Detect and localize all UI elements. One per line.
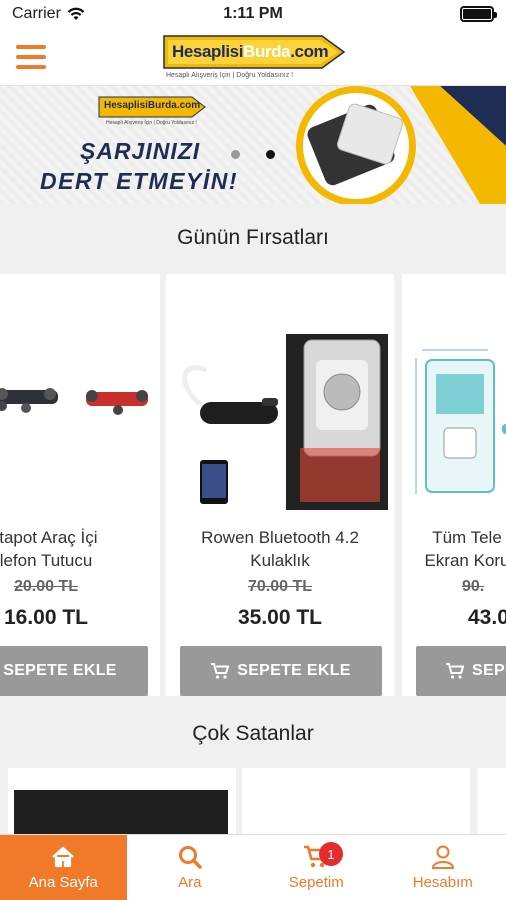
app-header: HesaplisiBurda.com Hesaplı Alışveriş İçi… xyxy=(0,28,506,86)
product-card[interactable]: Rowen Bluetooth 4.2 Kulaklık 70.00 TL 35.… xyxy=(166,274,394,696)
product-image xyxy=(14,790,228,836)
user-icon xyxy=(431,845,454,869)
add-to-cart-button[interactable]: SEPETE EKLE xyxy=(180,646,382,696)
banner-dot-icon xyxy=(266,150,275,159)
status-left: Carrier xyxy=(12,5,85,23)
add-to-cart-button[interactable]: SEPETE EKLE xyxy=(0,646,148,696)
tab-search[interactable]: Ara xyxy=(127,835,254,900)
best-seller-card[interactable] xyxy=(242,768,470,836)
tab-label: Sepetim xyxy=(288,874,344,891)
brand-logo[interactable]: HesaplisiBurda.com Hesaplı Alışveriş İçi… xyxy=(162,34,346,82)
carrier-label: Carrier xyxy=(12,5,61,22)
cart-icon xyxy=(446,663,464,679)
best-seller-card[interactable] xyxy=(478,768,506,836)
banner-logo-text: HesaplisiBurda.com xyxy=(104,100,201,111)
tab-label: Hesabım xyxy=(412,874,473,891)
product-old-price: 70.00 TL xyxy=(247,578,313,595)
product-name[interactable]: Rowen Bluetooth 4.2 Kulaklık xyxy=(174,526,386,572)
tab-label: Ara xyxy=(178,874,202,891)
powerbank-illustration xyxy=(296,86,506,204)
tab-cart[interactable]: Sepetim 1 xyxy=(253,835,380,900)
cart-icon xyxy=(211,663,230,679)
product-old-price: 20.00 TL xyxy=(13,578,79,595)
screen-protector-image xyxy=(415,349,506,494)
tab-account[interactable]: Hesabım xyxy=(380,835,506,900)
phone-holder-image xyxy=(0,388,148,415)
banner-tagline: Hesaplı Alışveriş İçin | Doğru Yoldasını… xyxy=(106,120,197,126)
best-seller-card[interactable] xyxy=(8,768,236,836)
product-old-price: 90. xyxy=(462,578,485,595)
tab-label: Ana Sayfa xyxy=(28,874,98,891)
product-card[interactable]: Tüm TeleEkran Koru 90. 43.0 SEPE xyxy=(402,274,506,696)
tab-home[interactable]: Ana Sayfa xyxy=(0,835,127,900)
cart-count-badge: 1 xyxy=(319,842,343,866)
product-price: 43.0 xyxy=(468,606,506,629)
home-icon xyxy=(52,846,74,868)
product-name[interactable]: Tüm Tele Ekran Koru xyxy=(402,526,506,572)
logo-tagline: Hesaplı Alışveriş İçin | Doğru Yoldasını… xyxy=(166,72,294,79)
deals-title: Günün Fırsatları xyxy=(177,226,329,249)
add-to-cart-button[interactable]: SEPE xyxy=(416,646,506,696)
menu-icon[interactable] xyxy=(16,45,46,69)
deals-carousel[interactable]: ttapot Araç İçi lefon Tutucu 20.00 TL 16.… xyxy=(0,274,506,700)
logo-text: HesaplisiBurda.com xyxy=(172,42,329,61)
banner-dot-icon xyxy=(231,150,240,159)
product-price: 16.00 TL xyxy=(3,606,89,629)
best-sellers-carousel[interactable] xyxy=(0,768,506,836)
best-sellers-title: Çok Satanlar xyxy=(192,722,314,745)
bottom-tab-bar: Ana Sayfa Ara Sepetim 1 Hesabım xyxy=(0,834,506,900)
promo-banner[interactable]: HesaplisiBurda.com Hesaplı Alışveriş İçi… xyxy=(0,86,506,204)
product-card[interactable]: ttapot Araç İçi lefon Tutucu 20.00 TL 16.… xyxy=(0,274,160,696)
search-icon xyxy=(178,846,202,869)
bluetooth-headset-image xyxy=(182,292,388,510)
product-price: 35.00 TL xyxy=(237,606,323,629)
wifi-icon xyxy=(67,7,85,20)
banner-headline-2: DERT ETMEYİN! xyxy=(40,168,238,194)
status-bar: Carrier 1:11 PM xyxy=(0,0,506,28)
product-name[interactable]: ttapot Araç İçi lefon Tutucu xyxy=(0,526,152,572)
banner-headline-1: ŞARJINIZI xyxy=(80,138,201,164)
battery-icon xyxy=(460,6,497,22)
